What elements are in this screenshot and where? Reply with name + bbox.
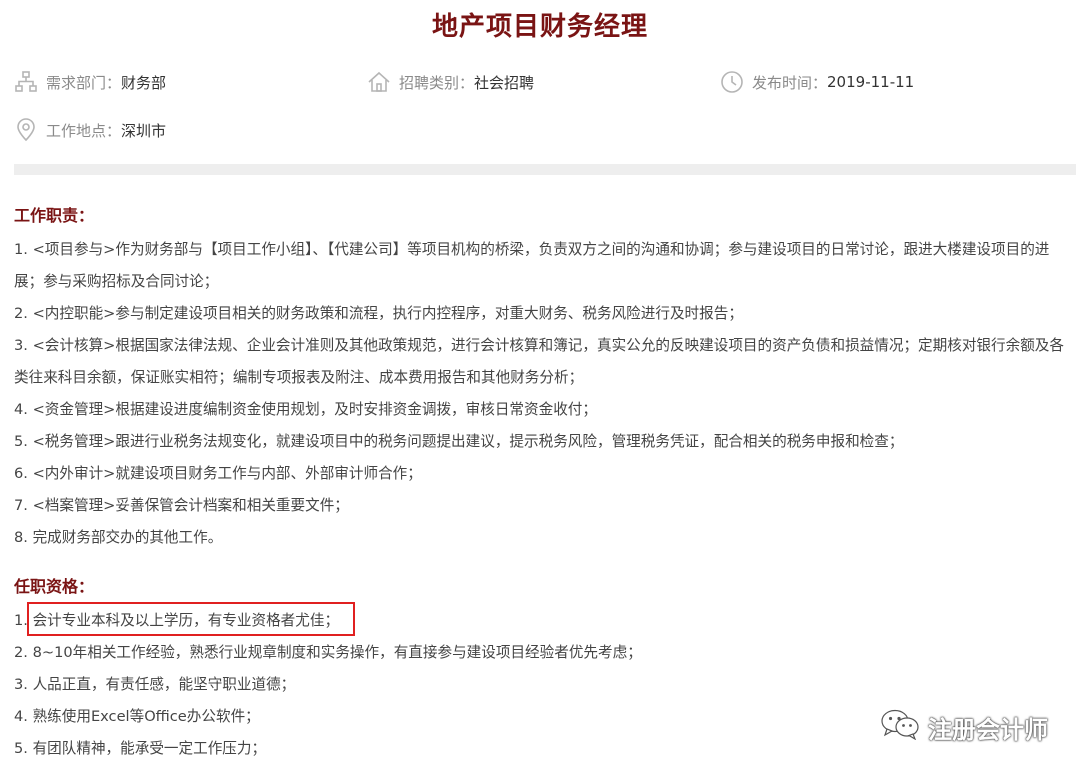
department-value: 财务部 (121, 73, 167, 92)
meta-row-1: 需求部门： 财务部 招聘类别： 社会招聘 发布时间： 2019-11-11 (0, 67, 1080, 97)
home-icon (367, 70, 391, 94)
qualifications-heading: 任职资格： (14, 577, 95, 596)
list-item: 3. 人品正直，有责任感，能坚守职业道德； (14, 676, 296, 693)
meta-publish-time: 发布时间： 2019-11-11 (720, 67, 914, 97)
section-divider (14, 164, 1076, 175)
list-item: 6. <内外审计>就建设项目财务工作与内部、外部审计师合作； (14, 465, 422, 482)
responsibilities-heading: 工作职责： (14, 206, 95, 225)
location-value: 深圳市 (121, 121, 167, 140)
responsibilities-list: 1. <项目参与>作为财务部与【项目工作小组】、【代建公司】等项目机构的桥梁，负… (14, 234, 1070, 554)
clock-icon (720, 70, 744, 94)
list-item: 4. <资金管理>根据建设进度编制资金使用规划，及时安排资金调拨，审核日常资金收… (14, 401, 597, 418)
meta-category: 招聘类别： 社会招聘 (367, 67, 534, 97)
list-item: 1. <项目参与>作为财务部与【项目工作小组】、【代建公司】等项目机构的桥梁，负… (14, 241, 1050, 290)
location-pin-icon (14, 118, 38, 142)
job-title: 地产项目财务经理 (431, 12, 648, 42)
category-value: 社会招聘 (474, 73, 535, 92)
category-label: 招聘类别： (399, 73, 475, 92)
list-item: 5. <税务管理>跟进行业税务法规变化，就建设项目中的税务问题提出建议，提示税务… (14, 433, 904, 450)
meta-row-2: 工作地点： 深圳市 (0, 115, 1080, 145)
watermark: 注册会计师 (880, 707, 1048, 747)
watermark-text: 注册会计师 (928, 715, 1048, 744)
publish-time-value: 2019-11-11 (827, 73, 915, 91)
wechat-icon (880, 708, 920, 746)
department-label: 需求部门： (46, 73, 122, 92)
meta-department: 需求部门： 财务部 (14, 67, 166, 97)
meta-location: 工作地点： 深圳市 (14, 115, 166, 145)
list-item: 7. <档案管理>妥善保管会计档案和相关重要文件； (14, 497, 349, 514)
list-item: 3. <会计核算>根据国家法律法规、企业会计准则及其他政策规范，进行会计核算和簿… (14, 337, 1064, 386)
publish-time-label: 发布时间： (752, 73, 828, 92)
org-chart-icon (14, 70, 38, 94)
list-item: 2. <内控职能>参与制定建设项目相关的财务政策和流程，执行内控程序，对重大财务… (14, 305, 743, 322)
job-posting-page: 地产项目财务经理 需求部门： 财务部 招聘类别： 社会招聘 发布时间： 2019… (0, 0, 1080, 774)
list-item: 2. 8~10年相关工作经验，熟悉行业规章制度和实务操作，有直接参与建设项目经验… (14, 644, 642, 661)
highlight-box (27, 602, 355, 636)
location-label: 工作地点： (46, 121, 122, 140)
list-item: 8. 完成财务部交办的其他工作。 (14, 529, 223, 546)
